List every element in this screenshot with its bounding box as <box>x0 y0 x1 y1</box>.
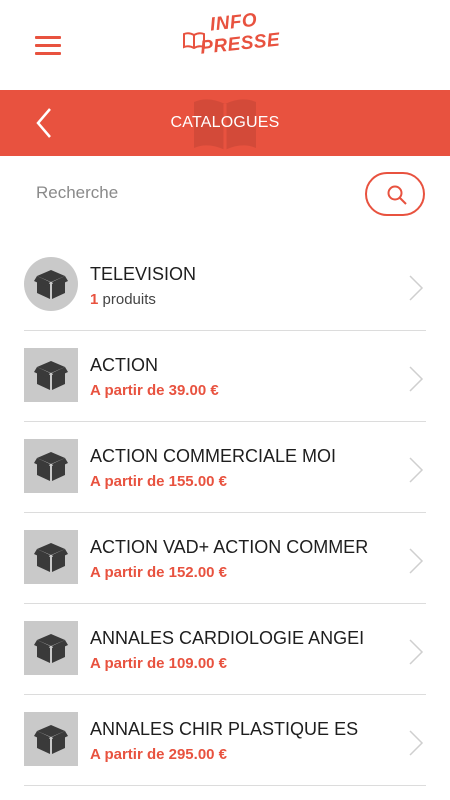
box-icon <box>34 270 68 299</box>
box-icon <box>34 543 68 572</box>
chevron-right-icon <box>409 548 424 574</box>
box-thumbnail <box>24 257 78 311</box>
list-item-action-commerciale-moi[interactable]: ACTION COMMERCIALE MOI A partir de 155.0… <box>0 422 450 513</box>
item-title: ACTION <box>90 355 159 375</box>
page-header: CATALOGUES <box>0 90 450 156</box>
product-count: 1 <box>90 291 99 308</box>
list-item-action-vad[interactable]: ACTION VAD+ ACTION COMMER A partir de 15… <box>0 513 450 604</box>
item-price: A partir de 295.00 € <box>90 746 228 763</box>
box-icon <box>34 361 68 390</box>
list-item-television[interactable]: TELEVISION 1 produits <box>0 240 450 331</box>
box-thumbnail <box>24 439 78 493</box>
item-price: A partir de 109.00 € <box>90 655 228 672</box>
item-price: A partir de 152.00 € <box>90 564 228 581</box>
hamburger-menu-icon[interactable] <box>35 36 61 56</box>
chevron-right-icon <box>409 730 424 756</box>
divider <box>24 785 426 786</box>
box-icon <box>34 725 68 754</box>
search-icon <box>387 185 407 205</box>
chevron-right-icon <box>409 457 424 483</box>
search-input[interactable] <box>24 176 354 210</box>
item-title: ACTION VAD+ ACTION COMMER <box>90 537 369 557</box>
catalogue-list: TELEVISION 1 produits ACTION A partir de… <box>0 240 450 786</box>
box-thumbnail <box>24 348 78 402</box>
item-title: ANNALES CHIR PLASTIQUE ES <box>90 719 359 739</box>
product-count-label: produits <box>102 291 156 308</box>
box-thumbnail <box>24 712 78 766</box>
item-title: ANNALES CARDIOLOGIE ANGEI <box>90 628 365 648</box>
list-item-annales-cardiologie[interactable]: ANNALES CARDIOLOGIE ANGEI A partir de 10… <box>0 604 450 695</box>
top-bar: INFO PRESSE <box>0 0 450 90</box>
list-item-annales-chir-plastique[interactable]: ANNALES CHIR PLASTIQUE ES A partir de 29… <box>0 695 450 786</box>
box-icon <box>34 634 68 663</box>
box-icon <box>34 452 68 481</box>
item-title: ACTION COMMERCIALE MOI <box>90 446 337 466</box>
chevron-right-icon <box>409 275 424 301</box>
page-title: CATALOGUES <box>170 114 280 131</box>
item-price: A partir de 39.00 € <box>90 382 219 399</box>
search-button[interactable] <box>365 172 425 216</box>
box-thumbnail <box>24 621 78 675</box>
chevron-right-icon <box>409 366 424 392</box>
list-item-action[interactable]: ACTION A partir de 39.00 € <box>0 331 450 422</box>
chevron-right-icon <box>409 639 424 665</box>
search-bar <box>0 156 450 236</box>
item-price: A partir de 155.00 € <box>90 473 228 490</box>
item-product-count: 1 produits <box>90 291 156 308</box>
box-thumbnail <box>24 530 78 584</box>
info-presse-logo: INFO PRESSE <box>183 10 281 74</box>
item-title: TELEVISION <box>90 264 197 284</box>
